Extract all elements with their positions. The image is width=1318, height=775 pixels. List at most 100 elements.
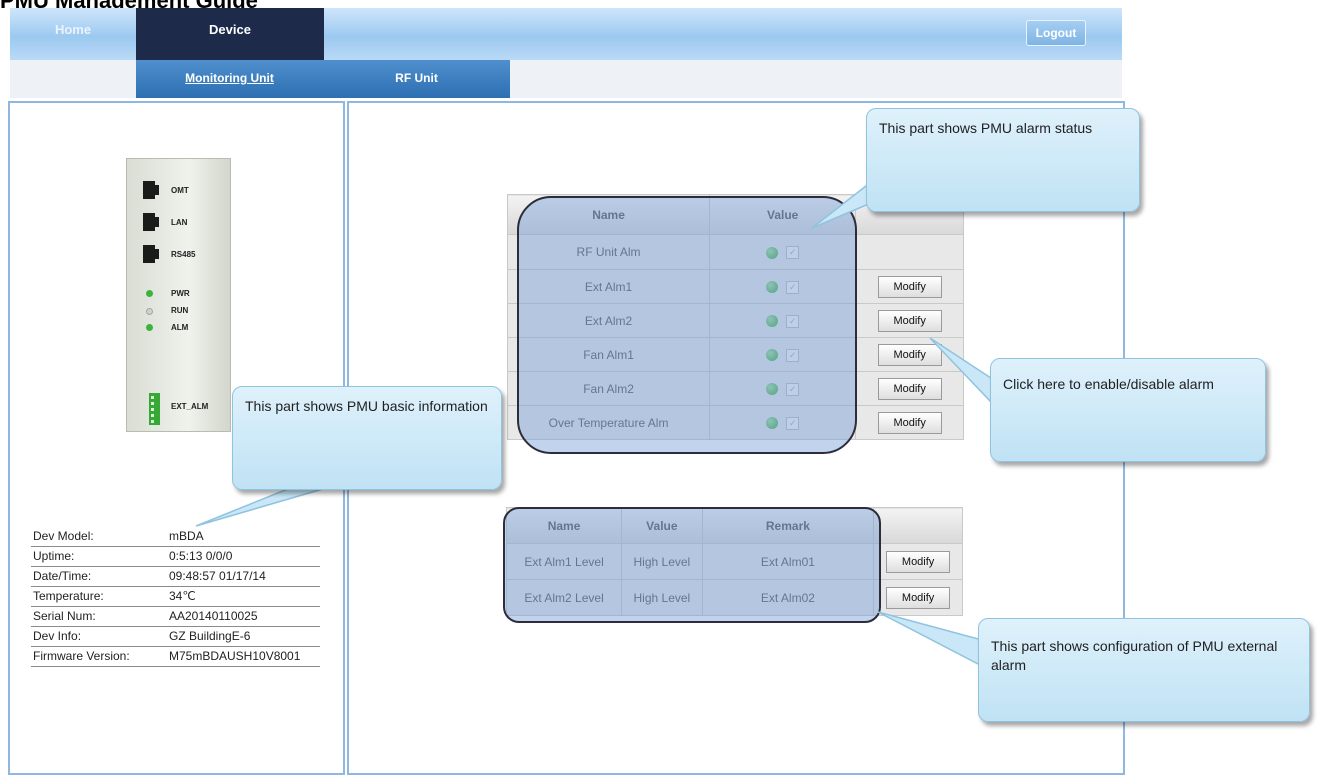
info-value: 34℃ [169, 589, 196, 603]
alarm-name: Ext Alm2 [506, 303, 711, 338]
info-row: Date/Time: 09:48:57 01/17/14 [31, 567, 320, 587]
ext-alm-connector-icon [149, 393, 160, 429]
info-row: Uptime: 0:5:13 0/0/0 [31, 547, 320, 567]
column-header-name: Name [506, 194, 711, 235]
callout-alarm-status: This part shows PMU alarm status [866, 108, 1140, 212]
table-row: Fan Alm2 ✓ Modify [506, 371, 964, 406]
info-label: Firmware Version: [33, 649, 130, 663]
info-value: 09:48:57 01/17/14 [169, 569, 266, 583]
alarm-action: Modify [855, 303, 964, 338]
tab-home[interactable]: Home [10, 8, 136, 60]
omt-port-icon [143, 181, 165, 199]
alarm-action: Modify [855, 371, 964, 406]
status-ok-icon [766, 281, 779, 294]
ext-alarm-name: Ext Alm1 Level [505, 543, 623, 580]
status-ok-icon [766, 383, 779, 396]
device-front-panel: OMT LAN RS485 PWR RUN ALM EXT_ALM [126, 158, 231, 432]
alarm-name: Fan Alm2 [506, 371, 711, 406]
lan-port-icon [143, 213, 165, 231]
status-ok-icon [766, 349, 779, 362]
callout-basic-info: This part shows PMU basic information [232, 386, 502, 490]
table-row: RF Unit Alm ✓ [506, 234, 964, 270]
modify-button[interactable]: Modify [877, 275, 942, 298]
info-value: AA20140110025 [169, 609, 258, 623]
modify-button[interactable]: Modify [886, 586, 951, 609]
ext-alarm-config-table: Name Value Remark Ext Alm1 Level High Le… [505, 507, 963, 616]
alarm-name: RF Unit Alm [506, 234, 711, 270]
run-led-label: RUN [171, 306, 189, 315]
ext-alarm-remark: Ext Alm02 [701, 579, 875, 616]
subtab-monitoring-unit[interactable]: Monitoring Unit [136, 60, 323, 98]
checkbox-icon: ✓ [786, 382, 800, 396]
status-ok-icon [766, 246, 779, 259]
lan-port-label: LAN [171, 218, 188, 227]
checkbox-icon: ✓ [786, 280, 800, 294]
subtab-rf-unit[interactable]: RF Unit [323, 60, 510, 98]
alarm-status-table: Name Value RF Unit Alm ✓ Ext Alm1 ✓ Modi… [506, 194, 964, 440]
info-label: Temperature: [33, 589, 104, 603]
tab-device[interactable]: Device [136, 8, 324, 60]
info-label: Date/Time: [33, 569, 92, 583]
ext-alarm-name: Ext Alm2 Level [505, 579, 623, 616]
info-row: Dev Info: GZ BuildingE-6 [31, 627, 320, 647]
alarm-name: Over Temperature Alm [506, 405, 711, 440]
alarm-value: ✓ [709, 234, 857, 270]
info-value: M75mBDAUSH10V8001 [169, 649, 301, 663]
checkbox-icon: ✓ [786, 314, 800, 328]
table-row: Ext Alm1 ✓ Modify [506, 269, 964, 304]
modify-button[interactable]: Modify [877, 343, 942, 366]
alarm-value: ✓ [709, 371, 857, 406]
info-value: 0:5:13 0/0/0 [169, 549, 233, 563]
rs485-port-icon [143, 245, 165, 263]
info-row: Dev Model: mBDA [31, 527, 320, 547]
modify-button[interactable]: Modify [877, 309, 942, 332]
table-row: Ext Alm2 Level High Level Ext Alm02 Modi… [505, 579, 963, 616]
ext-alarm-value: High Level [621, 543, 703, 580]
logout-button[interactable]: Logout [1026, 20, 1086, 46]
alarm-action: Modify [855, 269, 964, 304]
modify-button[interactable]: Modify [886, 550, 951, 573]
ext-alm-label: EXT_ALM [171, 402, 209, 411]
status-ok-icon [766, 417, 779, 430]
sub-nav: Monitoring Unit RF Unit [136, 60, 510, 98]
checkbox-icon: ✓ [786, 416, 800, 430]
checkbox-icon: ✓ [786, 246, 800, 260]
column-header-name: Name [505, 507, 623, 544]
alarm-value: ✓ [709, 337, 857, 372]
info-row: Serial Num: AA20140110025 [31, 607, 320, 627]
omt-port-label: OMT [171, 186, 189, 195]
info-row: Firmware Version: M75mBDAUSH10V8001 [31, 647, 320, 667]
alarm-value: ✓ [709, 405, 857, 440]
info-label: Serial Num: [33, 609, 96, 623]
column-header-value: Value [621, 507, 703, 544]
info-label: Uptime: [33, 549, 75, 563]
alarm-value: ✓ [709, 269, 857, 304]
alarm-value: ✓ [709, 303, 857, 338]
alm-led-label: ALM [171, 323, 189, 332]
info-label: Dev Model: [33, 529, 94, 543]
ext-alarm-action: Modify [873, 543, 963, 580]
modify-button[interactable]: Modify [877, 411, 942, 434]
alarm-name: Ext Alm1 [506, 269, 711, 304]
info-value: mBDA [169, 529, 204, 543]
top-nav-bar: Home Device Logout [10, 8, 1122, 61]
info-value: GZ BuildingE-6 [169, 629, 251, 643]
table-row: Over Temperature Alm ✓ Modify [506, 405, 964, 440]
alarm-action: Modify [855, 405, 964, 440]
pwr-led-icon [146, 290, 153, 297]
info-label: Dev Info: [33, 629, 82, 643]
rs485-port-label: RS485 [171, 250, 196, 259]
ext-alarm-action: Modify [873, 579, 963, 616]
callout-ext-config: This part shows configuration of PMU ext… [978, 618, 1310, 722]
run-led-icon [146, 308, 153, 315]
ext-alarm-value: High Level [621, 579, 703, 616]
callout-enable-disable: Click here to enable/disable alarm [990, 358, 1266, 462]
table-header-row: Name Value Remark [505, 507, 963, 544]
column-header-action [873, 507, 963, 544]
basic-info-list: Dev Model: mBDA Uptime: 0:5:13 0/0/0 Date/… [31, 527, 320, 667]
alarm-action: Modify [855, 337, 964, 372]
modify-button[interactable]: Modify [877, 377, 942, 400]
table-row: Ext Alm2 ✓ Modify [506, 303, 964, 338]
table-row: Ext Alm1 Level High Level Ext Alm01 Modi… [505, 543, 963, 580]
column-header-remark: Remark [701, 507, 875, 544]
